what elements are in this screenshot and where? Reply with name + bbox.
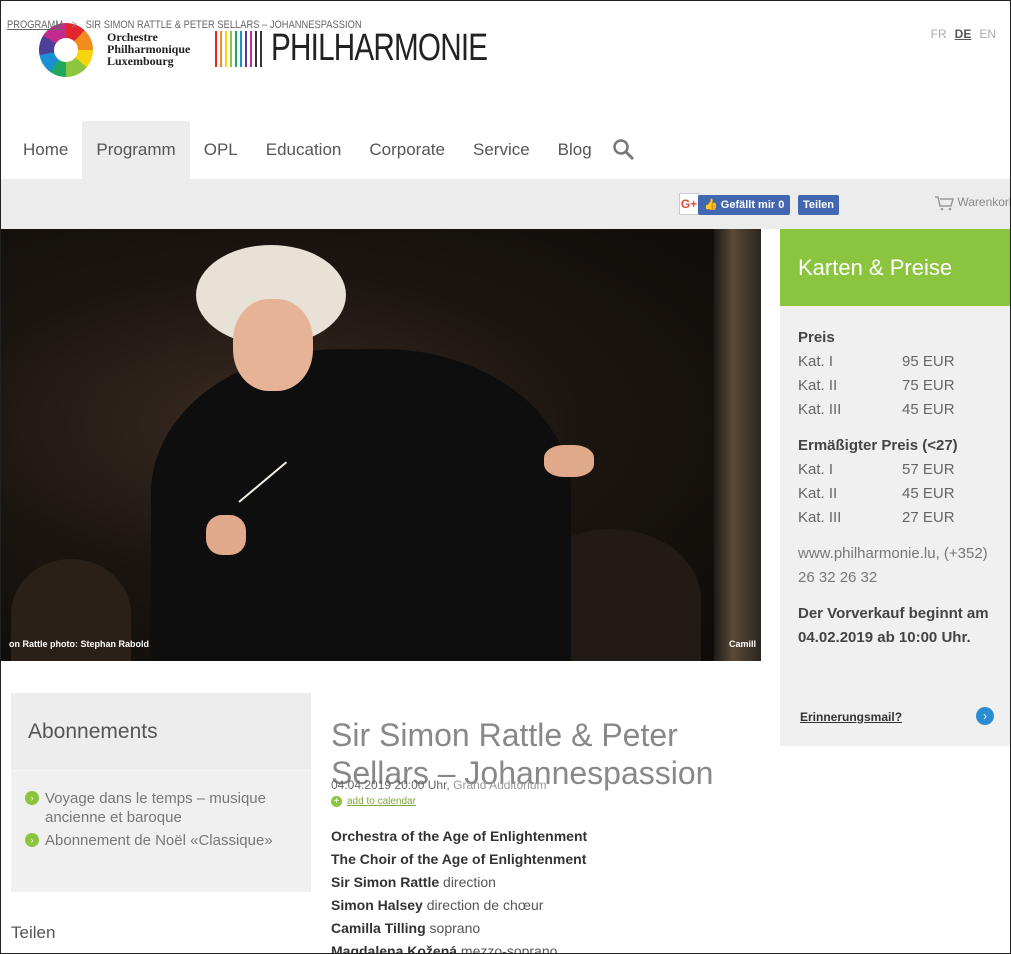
- price-label: Preis: [798, 329, 835, 346]
- share-label[interactable]: Teilen: [11, 923, 55, 943]
- chevron-right-icon: ›: [25, 833, 39, 847]
- breadcrumb-current: SIR SIMON RATTLE & PETER SELLARS – JOHAN…: [85, 19, 362, 31]
- philharmonie-wordmark[interactable]: PHILHARMONIE: [271, 27, 488, 70]
- event-date: 04.04.2019 20:00 Uhr,: [331, 778, 450, 792]
- reduced-price-row: Kat. I 57 EUR: [798, 461, 955, 478]
- subscription-label: Voyage dans le temps – musique ancienne …: [45, 790, 266, 826]
- reminder-email-link[interactable]: Erinnerungsmail?: [800, 710, 902, 724]
- subscription-link[interactable]: › Voyage dans le temps – musique ancienn…: [25, 789, 297, 827]
- hero-photo: [1, 229, 761, 661]
- cart-label: Warenkorb: [957, 195, 1011, 210]
- thumbs-up-icon: 👍: [704, 199, 718, 211]
- lang-en[interactable]: EN: [979, 27, 996, 41]
- lang-de[interactable]: DE: [955, 27, 972, 41]
- nav-opl[interactable]: OPL: [190, 121, 252, 179]
- performers-list: Orchestra of the Age of Enlightenment Th…: [331, 825, 588, 954]
- breadcrumb-programm[interactable]: PROGRAMM: [7, 19, 63, 31]
- facebook-like-label: Gefällt mir 0: [720, 199, 785, 211]
- breadcrumb: PROGRAMM > SIR SIMON RATTLE & PETER SELLAR…: [7, 19, 362, 31]
- nav-education[interactable]: Education: [252, 121, 356, 179]
- event-datetime: 04.04.2019 20:00 Uhr, Grand Auditorium: [331, 778, 547, 792]
- chevron-right-icon[interactable]: ›: [976, 707, 994, 725]
- ticket-contact: www.philharmonie.lu, (+352) 26 32 26 32: [798, 545, 988, 586]
- cart-icon: [935, 196, 954, 211]
- tickets-heading: Karten & Preise: [780, 229, 1010, 306]
- cart-link[interactable]: Warenkorb: [934, 195, 1011, 211]
- google-plus-button[interactable]: G+: [679, 193, 699, 215]
- nav-service[interactable]: Service: [459, 121, 544, 179]
- page-frame: Orchestre Philharmonique Luxembourg PHIL…: [0, 0, 1011, 954]
- performer: Orchestra of the Age of Enlightenment: [331, 828, 588, 844]
- philharmonie-color-bars[interactable]: [215, 31, 262, 67]
- nav-programm[interactable]: Programm: [82, 121, 190, 179]
- price-row: Kat. II 75 EUR: [798, 377, 955, 394]
- main-nav: Home Programm OPL Education Corporate Se…: [9, 121, 636, 179]
- breadcrumb-bar: [1, 179, 1010, 229]
- photo-credit-left: on Rattle photo: Stephan Rabold: [9, 639, 149, 649]
- opl-logo-ring[interactable]: [39, 23, 93, 77]
- language-switcher: FR DE EN: [931, 27, 996, 41]
- performer: Magdalena Kožená mezzo-soprano: [331, 943, 558, 954]
- add-to-calendar-label: add to calendar: [347, 796, 416, 807]
- opl-logo-text[interactable]: Orchestre Philharmonique Luxembourg: [107, 31, 190, 67]
- subscriptions-box: Abonnements › Voyage dans le temps – mus…: [11, 693, 311, 892]
- lang-fr[interactable]: FR: [931, 27, 947, 41]
- event-venue: Grand Auditorium: [453, 778, 547, 792]
- subscription-link[interactable]: › Abonnement de Noël «Classique»: [25, 831, 297, 850]
- tickets-panel: Karten & Preise Preis Kat. I 95 EUR Kat. …: [780, 229, 1010, 746]
- reduced-price-row: Kat. III 27 EUR: [798, 509, 955, 526]
- reduced-price-row: Kat. II 45 EUR: [798, 485, 955, 502]
- nav-blog[interactable]: Blog: [544, 121, 606, 179]
- presale-notice: Der Vorverkauf beginnt am 04.02.2019 ab …: [798, 605, 989, 646]
- facebook-share-button[interactable]: Teilen: [798, 195, 839, 215]
- chevron-right-icon: ›: [25, 791, 39, 805]
- add-to-calendar[interactable]: + add to calendar: [331, 796, 416, 807]
- performer: Sir Simon Rattle direction: [331, 874, 496, 890]
- price-row: Kat. I 95 EUR: [798, 353, 955, 370]
- logo-line-3: Luxembourg: [107, 54, 174, 68]
- price-row: Kat. III 45 EUR: [798, 401, 955, 418]
- breadcrumb-separator: >: [71, 19, 78, 31]
- search-icon[interactable]: [612, 138, 636, 162]
- performer: The Choir of the Age of Enlightenment: [331, 851, 587, 867]
- plus-icon: +: [331, 796, 342, 807]
- performer: Simon Halsey direction de chœur: [331, 897, 544, 913]
- nav-home[interactable]: Home: [9, 121, 82, 179]
- reduced-price-label: Ermäßigter Preis (<27): [798, 437, 958, 454]
- photo-credit-right: Camill: [729, 639, 757, 649]
- facebook-like-button[interactable]: 👍 Gefällt mir 0: [698, 195, 791, 215]
- subscriptions-heading: Abonnements: [11, 693, 311, 771]
- performer: Camilla Tilling soprano: [331, 920, 481, 936]
- nav-corporate[interactable]: Corporate: [355, 121, 459, 179]
- subscription-label: Abonnement de Noël «Classique»: [45, 832, 273, 849]
